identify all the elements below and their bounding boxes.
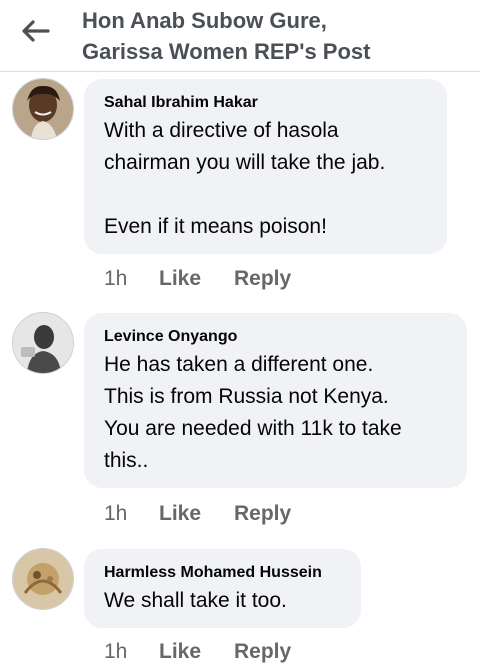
comment-timestamp[interactable]: 1h: [104, 500, 159, 528]
avatar[interactable]: [12, 78, 74, 140]
comment-timestamp[interactable]: 1h: [104, 638, 159, 666]
like-button[interactable]: Like: [159, 638, 234, 666]
like-button[interactable]: Like: [159, 265, 234, 293]
reply-button[interactable]: Reply: [234, 500, 291, 528]
page-title-line-2: Garissa Women REP's Post: [82, 39, 371, 64]
avatar[interactable]: [12, 548, 74, 610]
page-title-line-1: Hon Anab Subow Gure,: [82, 8, 327, 33]
reply-button[interactable]: Reply: [234, 638, 291, 666]
comment-author[interactable]: Levince Onyango: [104, 327, 447, 347]
reply-button[interactable]: Reply: [234, 265, 291, 293]
comment-timestamp[interactable]: 1h: [104, 265, 159, 293]
comment-text: He has taken a different one. This is fr…: [104, 353, 402, 472]
comment-text: We shall take it too.: [104, 589, 287, 612]
like-button[interactable]: Like: [159, 500, 234, 528]
comment-actions: 1h Like Reply: [104, 265, 291, 293]
comment-bubble: Harmless Mohamed Hussein We shall take i…: [84, 549, 361, 628]
post-header: Hon Anab Subow Gure, Garissa Women REP's…: [0, 0, 480, 72]
comment-actions: 1h Like Reply: [104, 638, 291, 666]
comment-author[interactable]: Harmless Mohamed Hussein: [104, 563, 341, 583]
avatar[interactable]: [12, 312, 74, 374]
comment-actions: 1h Like Reply: [104, 500, 291, 528]
comment-bubble: Sahal Ibrahim Hakar With a directive of …: [84, 79, 447, 254]
page-title: Hon Anab Subow Gure, Garissa Women REP's…: [82, 5, 472, 67]
comment-bubble: Levince Onyango He has taken a different…: [84, 313, 467, 488]
comment-text: With a directive of hasola chairman you …: [104, 119, 386, 238]
arrow-left-icon[interactable]: [20, 18, 50, 44]
comment-author[interactable]: Sahal Ibrahim Hakar: [104, 93, 427, 113]
